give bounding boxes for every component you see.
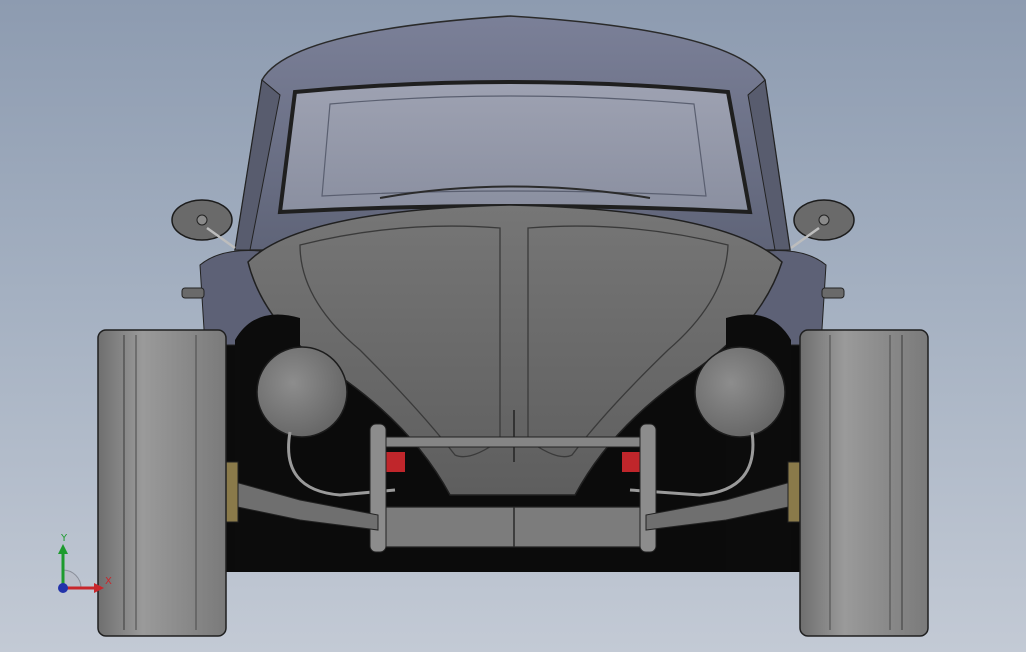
bumper-post-left [369,423,387,553]
red-accent-left [385,452,405,472]
tire-right [799,329,929,637]
front-beam [377,506,647,548]
turn-signal-left [181,287,205,299]
windshield [277,80,753,215]
red-accent-right [622,452,642,472]
view-orientation-triad: Y X [58,533,112,593]
graphics-viewport[interactable]: Y X [0,0,1026,652]
triad-z-axis [58,583,68,593]
car-model-3d[interactable] [0,0,1026,652]
bumper-post-right [639,423,657,553]
bumper-bar [379,436,647,448]
triad-x-label: X [105,576,112,587]
headlight-left [256,346,348,438]
triad-y-label: Y [60,533,68,544]
turn-signal-right [821,287,845,299]
headlight-right [694,346,786,438]
